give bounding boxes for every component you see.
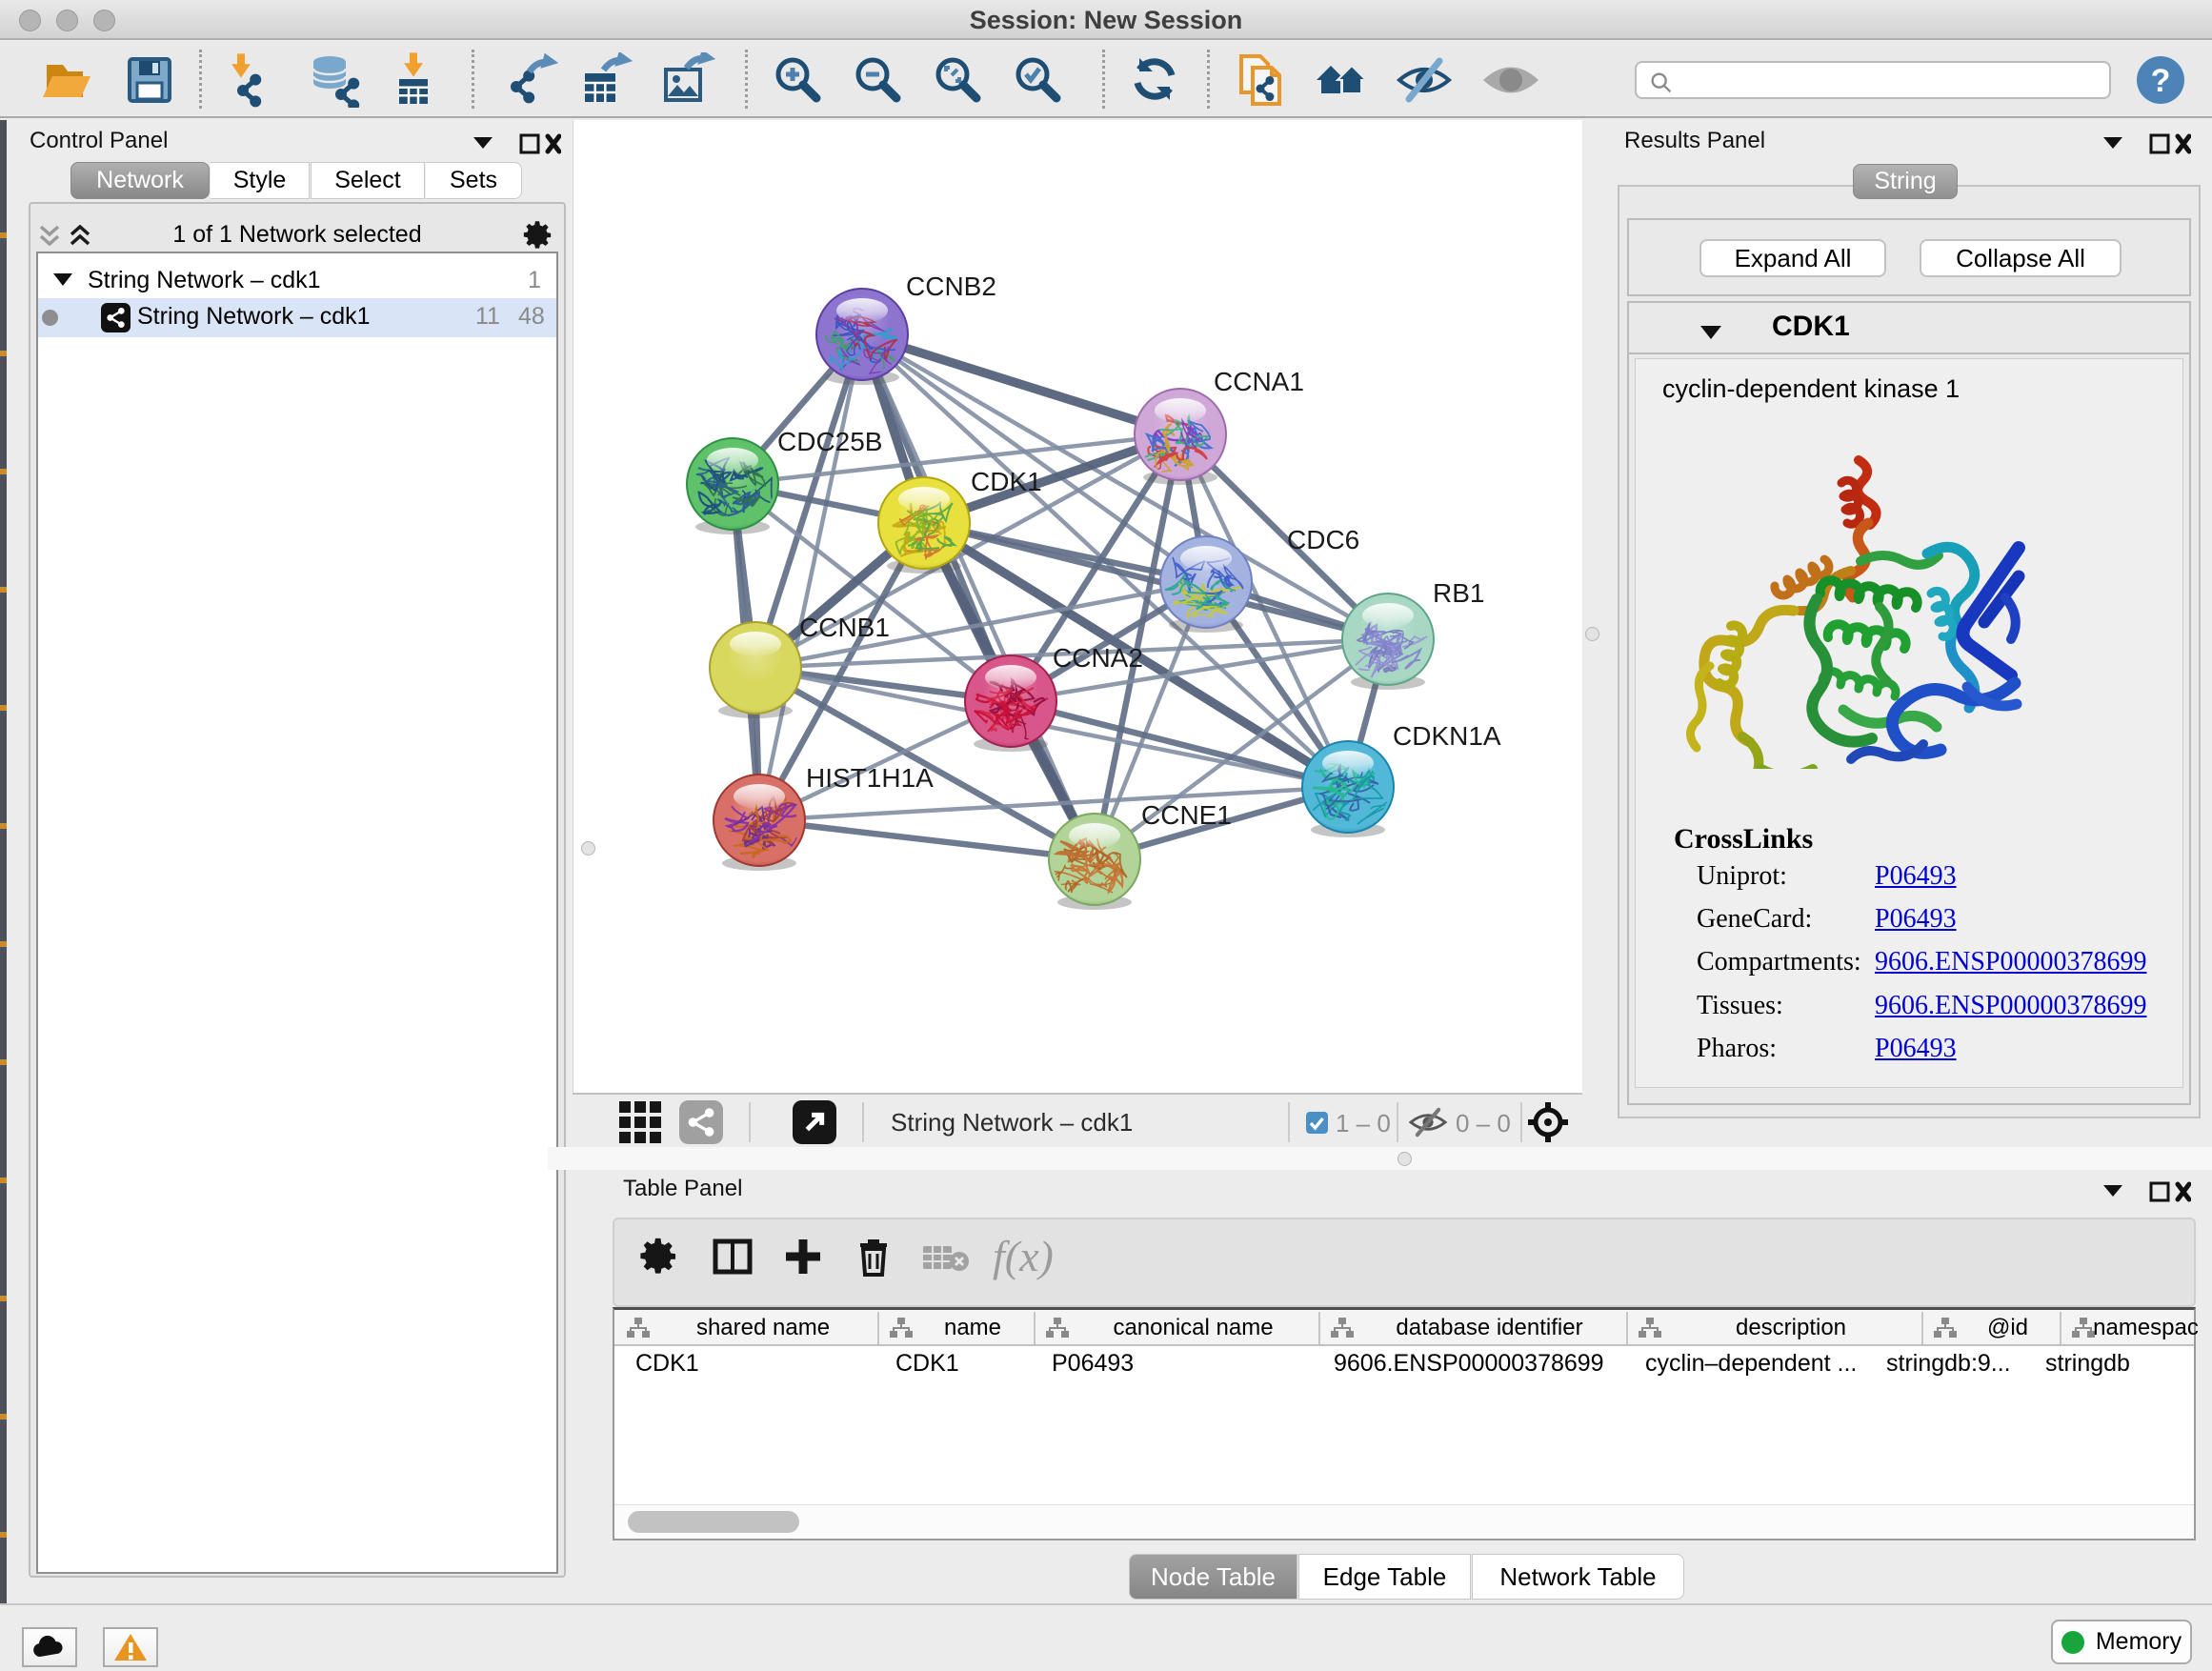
svg-text:HIST1H1A: HIST1H1A <box>806 763 934 793</box>
svg-text:CDC25B: CDC25B <box>777 427 882 456</box>
svg-text:CCNB2: CCNB2 <box>906 272 996 301</box>
svg-text:CCNA2: CCNA2 <box>1053 643 1143 673</box>
svg-text:RB1: RB1 <box>1433 578 1484 608</box>
svg-text:CDKN1A: CDKN1A <box>1393 721 1501 751</box>
svg-text:CCNE1: CCNE1 <box>1141 800 1232 830</box>
svg-text:CCNA1: CCNA1 <box>1214 367 1304 396</box>
svg-text:CCNB1: CCNB1 <box>799 613 890 642</box>
svg-text:?: ? <box>2151 63 2171 99</box>
svg-text:CDK1: CDK1 <box>971 467 1042 496</box>
svg-text:CDC6: CDC6 <box>1287 525 1359 554</box>
